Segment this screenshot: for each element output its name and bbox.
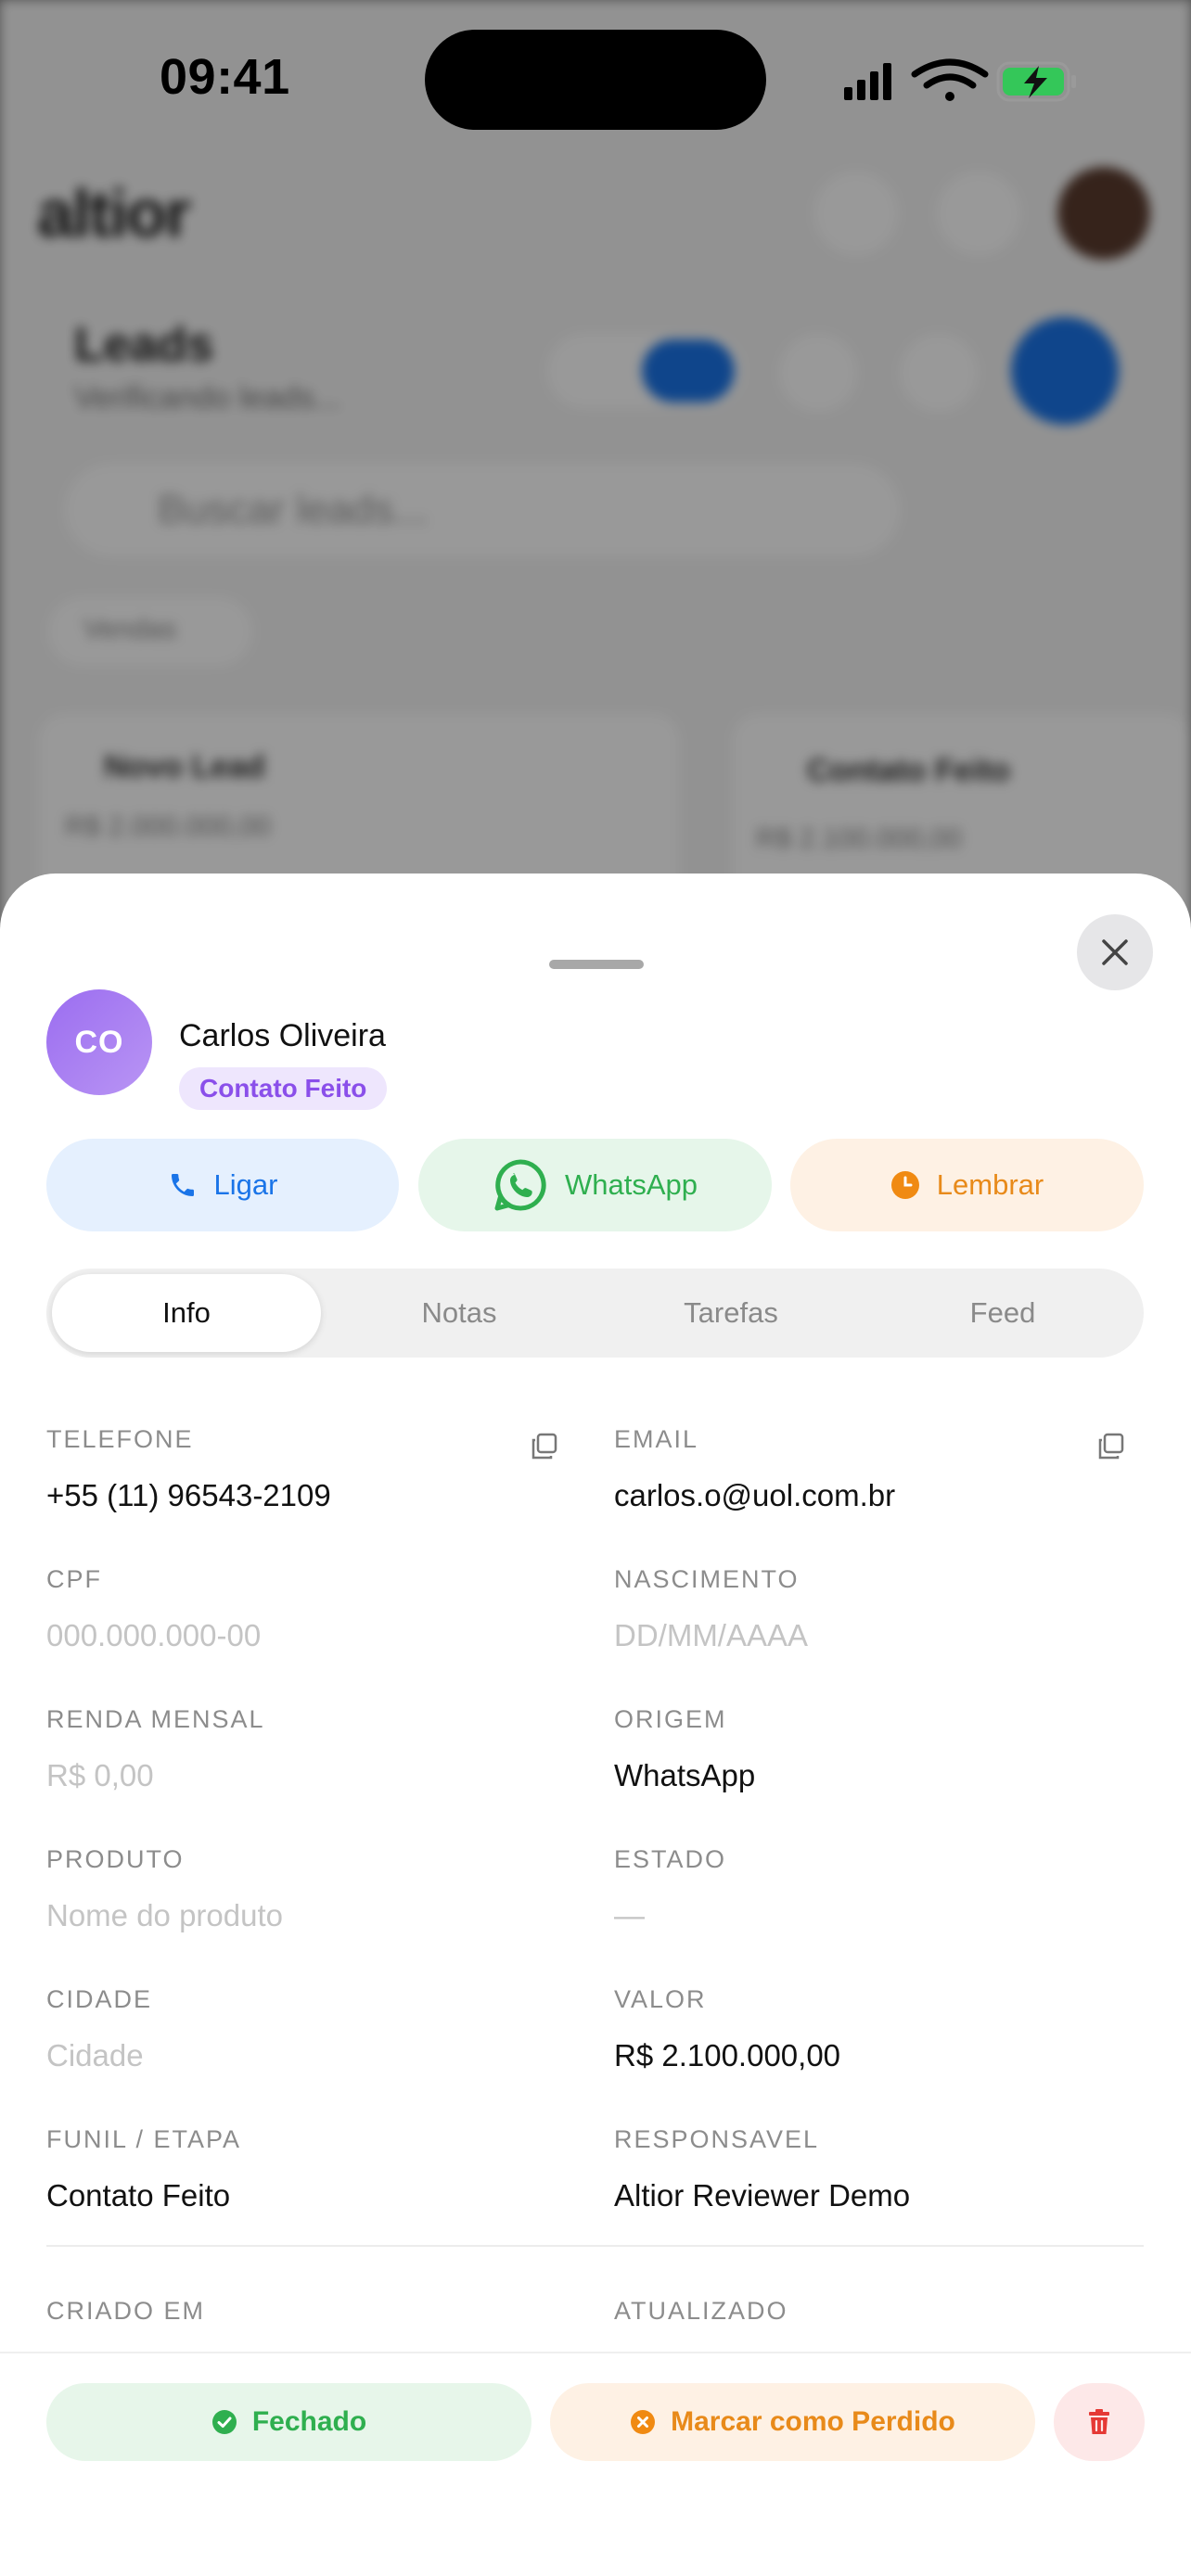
lead-name: Carlos Oliveira bbox=[179, 1018, 386, 1053]
cidade-label: CIDADE bbox=[46, 1985, 153, 2013]
stage-badge: Contato Feito bbox=[179, 1067, 388, 1110]
cidade-field[interactable]: Cidade bbox=[46, 2038, 144, 2073]
estado-label: ESTADO bbox=[614, 1845, 727, 1873]
check-circle-icon bbox=[211, 2410, 237, 2434]
origem-value[interactable]: WhatsApp bbox=[614, 1758, 755, 1793]
call-button-label: Ligar bbox=[213, 1168, 278, 1201]
whatsapp-button-label: WhatsApp bbox=[564, 1168, 698, 1201]
renda-label: RENDA MENSAL bbox=[46, 1705, 265, 1733]
tab-tarefas[interactable]: Tarefas bbox=[596, 1274, 865, 1352]
close-icon bbox=[1102, 939, 1128, 965]
trash-icon bbox=[1089, 2409, 1109, 2434]
email-label: EMAIL bbox=[614, 1425, 699, 1453]
lead-avatar: CO bbox=[46, 989, 152, 1095]
atualizado-label: ATUALIZADO bbox=[614, 2297, 788, 2325]
email-value[interactable]: carlos.o@uol.com.br bbox=[614, 1478, 895, 1513]
whatsapp-button[interactable]: WhatsApp bbox=[418, 1139, 772, 1231]
mark-closed-button[interactable]: Fechado bbox=[46, 2383, 531, 2461]
renda-field[interactable]: R$ 0,00 bbox=[46, 1758, 154, 1793]
status-time: 09:41 bbox=[160, 49, 290, 105]
tab-feed[interactable]: Feed bbox=[868, 1274, 1137, 1352]
wifi-icon bbox=[911, 58, 989, 101]
close-button[interactable] bbox=[1077, 914, 1153, 990]
valor-value[interactable]: R$ 2.100.000,00 bbox=[614, 2038, 840, 2073]
sheet-grabber[interactable] bbox=[549, 960, 644, 969]
valor-label: VALOR bbox=[614, 1985, 707, 2013]
detail-tabs: Info Notas Tarefas Feed bbox=[46, 1269, 1144, 1358]
origem-label: ORIGEM bbox=[614, 1705, 727, 1733]
mark-lost-label: Marcar como Perdido bbox=[671, 2406, 955, 2437]
criado-label: CRIADO EM bbox=[46, 2297, 206, 2325]
remind-button-label: Lembrar bbox=[936, 1168, 1044, 1201]
call-button[interactable]: Ligar bbox=[46, 1139, 399, 1231]
x-circle-icon bbox=[631, 2410, 656, 2434]
battery-charging-icon bbox=[996, 61, 1076, 102]
telefone-value[interactable]: +55 (11) 96543-2109 bbox=[46, 1478, 331, 1513]
phone-icon bbox=[171, 1174, 194, 1196]
tab-notas[interactable]: Notas bbox=[325, 1274, 594, 1352]
responsavel-label: RESPONSAVEL bbox=[614, 2125, 820, 2153]
remind-button[interactable]: Lembrar bbox=[790, 1139, 1144, 1231]
produto-field[interactable]: Nome do produto bbox=[46, 1898, 283, 1933]
cpf-label: CPF bbox=[46, 1565, 102, 1593]
responsavel-value[interactable]: Altior Reviewer Demo bbox=[614, 2178, 910, 2213]
copy-email-icon[interactable] bbox=[1095, 1431, 1127, 1462]
telefone-label: TELEFONE bbox=[46, 1425, 194, 1453]
tab-info[interactable]: Info bbox=[52, 1274, 321, 1352]
copy-phone-icon[interactable] bbox=[529, 1431, 560, 1462]
whatsapp-icon bbox=[494, 1159, 546, 1211]
dynamic-island bbox=[425, 30, 766, 130]
section-divider bbox=[46, 2245, 1144, 2247]
funil-label: FUNIL / ETAPA bbox=[46, 2125, 242, 2153]
status-icons bbox=[844, 58, 1076, 102]
funil-value[interactable]: Contato Feito bbox=[46, 2178, 230, 2213]
estado-field[interactable]: — bbox=[614, 1898, 645, 1933]
cpf-field[interactable]: 000.000.000-00 bbox=[46, 1618, 261, 1653]
nascimento-field[interactable]: DD/MM/AAAA bbox=[614, 1618, 808, 1653]
nascimento-label: NASCIMENTO bbox=[614, 1565, 800, 1593]
produto-label: PRODUTO bbox=[46, 1845, 185, 1873]
mark-lost-button[interactable]: Marcar como Perdido bbox=[550, 2383, 1035, 2461]
mark-closed-label: Fechado bbox=[251, 2406, 367, 2437]
clock-icon bbox=[890, 1171, 919, 1199]
delete-button[interactable] bbox=[1054, 2383, 1145, 2461]
cellular-signal-icon bbox=[844, 63, 891, 100]
